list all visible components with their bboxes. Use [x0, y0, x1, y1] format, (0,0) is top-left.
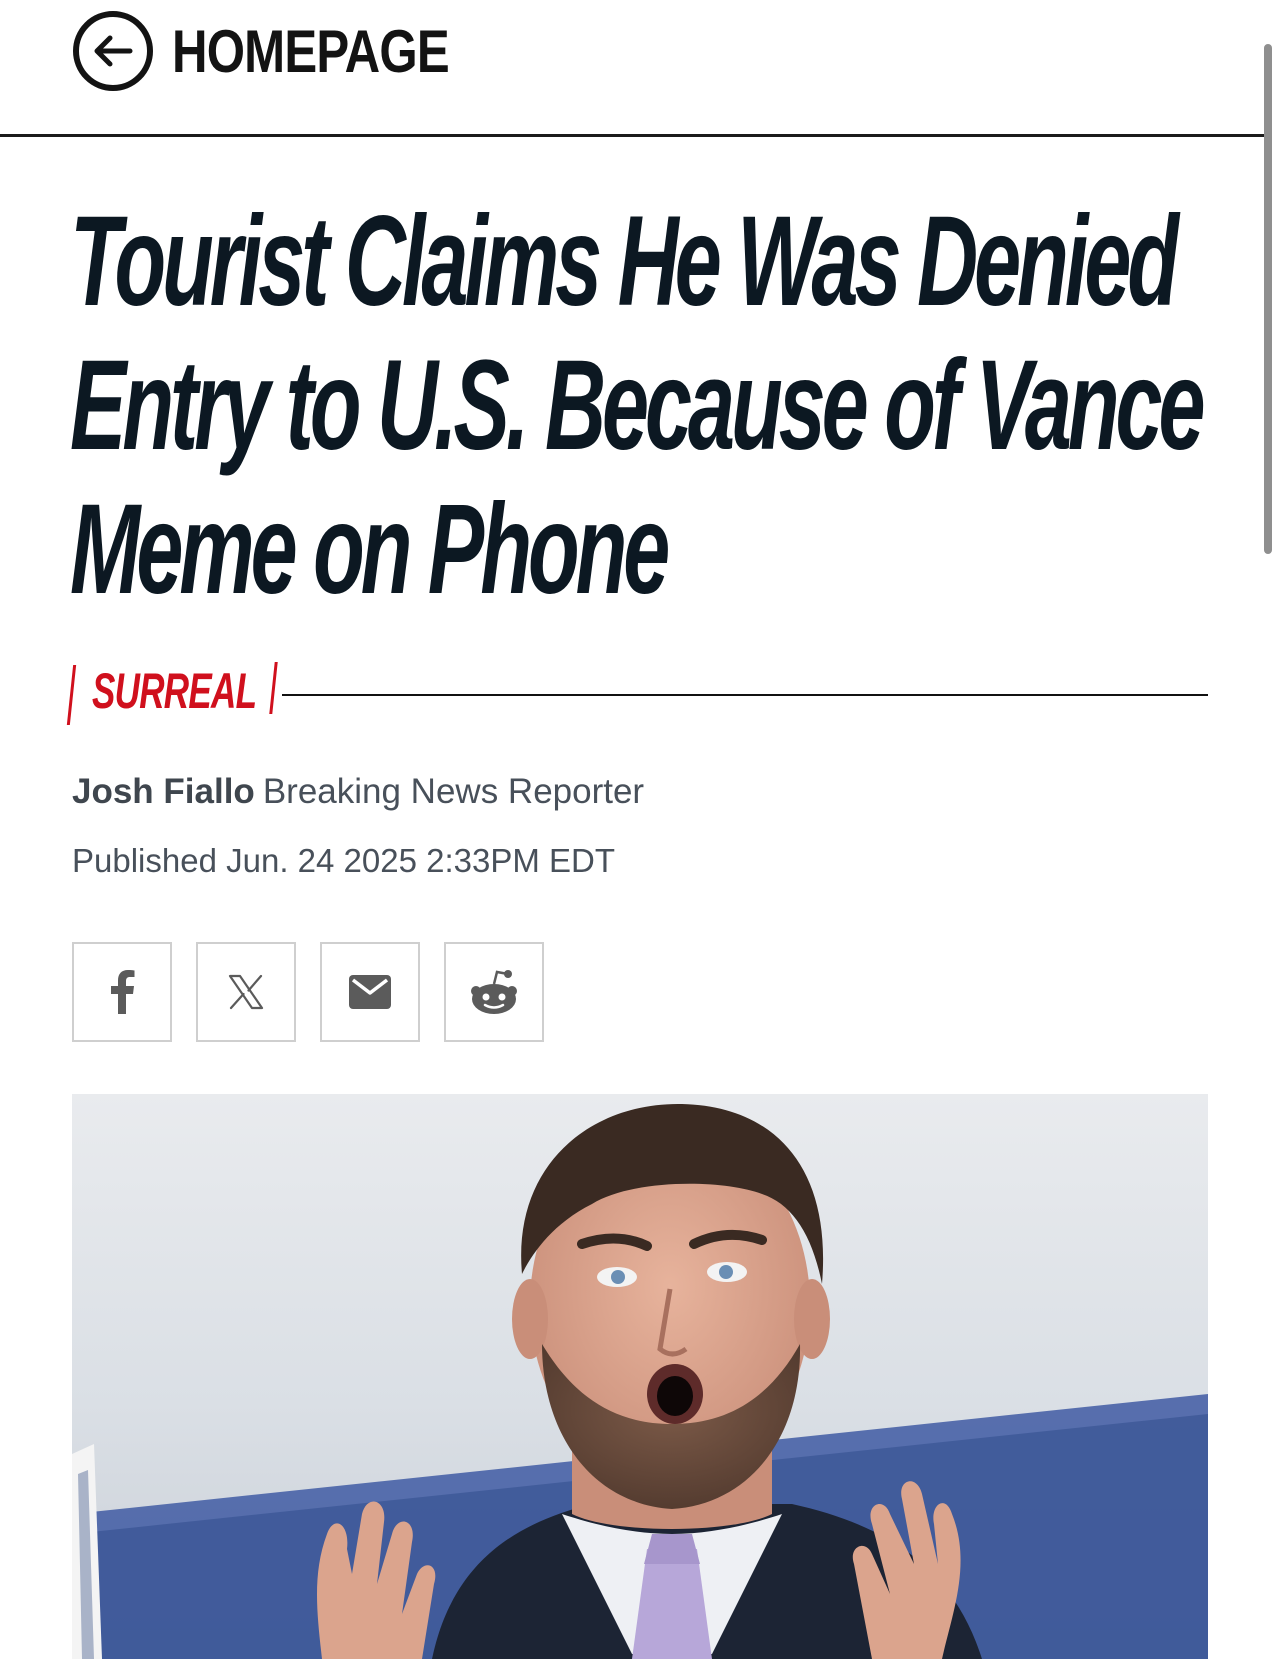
- article-headline: Tourist Claims He Was Denied Entry to U.…: [70, 190, 1206, 622]
- hero-photo[interactable]: [72, 1094, 1208, 1659]
- headline-line-2: Entry to U.S. Because of Vance: [70, 334, 1206, 477]
- homepage-label: HOMEPAGE: [172, 17, 450, 85]
- person-speaking-photo: [72, 1094, 1208, 1659]
- email-icon: [349, 975, 391, 1009]
- author-role: Breaking News Reporter: [262, 772, 645, 811]
- arrow-left-circle-icon: [73, 11, 153, 91]
- share-buttons: [72, 942, 544, 1042]
- kicker-divider-right: [269, 662, 278, 714]
- headline-line-1: Tourist Claims He Was Denied: [70, 190, 1179, 333]
- headline-line-3: Meme on Phone: [70, 478, 670, 621]
- kicker-divider-left: [66, 665, 77, 725]
- homepage-link[interactable]: HOMEPAGE: [72, 6, 510, 96]
- author-name[interactable]: Josh Fiallo: [72, 772, 255, 811]
- section-kicker: SURREAL: [66, 660, 1208, 730]
- facebook-icon: [111, 970, 135, 1014]
- share-reddit-button[interactable]: [444, 942, 544, 1042]
- share-x-button[interactable]: [196, 942, 296, 1042]
- share-facebook-button[interactable]: [72, 942, 172, 1042]
- x-icon: [228, 974, 264, 1010]
- byline: Josh Fiallo Breaking News Reporter: [72, 772, 644, 812]
- published-date: Published Jun. 24 2025 2:33PM EDT: [72, 842, 616, 879]
- scrollbar[interactable]: [1264, 44, 1272, 554]
- reddit-icon: [471, 970, 517, 1014]
- kicker-rule: [282, 694, 1208, 696]
- kicker-label[interactable]: SURREAL: [92, 662, 257, 720]
- share-email-button[interactable]: [320, 942, 420, 1042]
- top-bar: HOMEPAGE: [0, 0, 1264, 137]
